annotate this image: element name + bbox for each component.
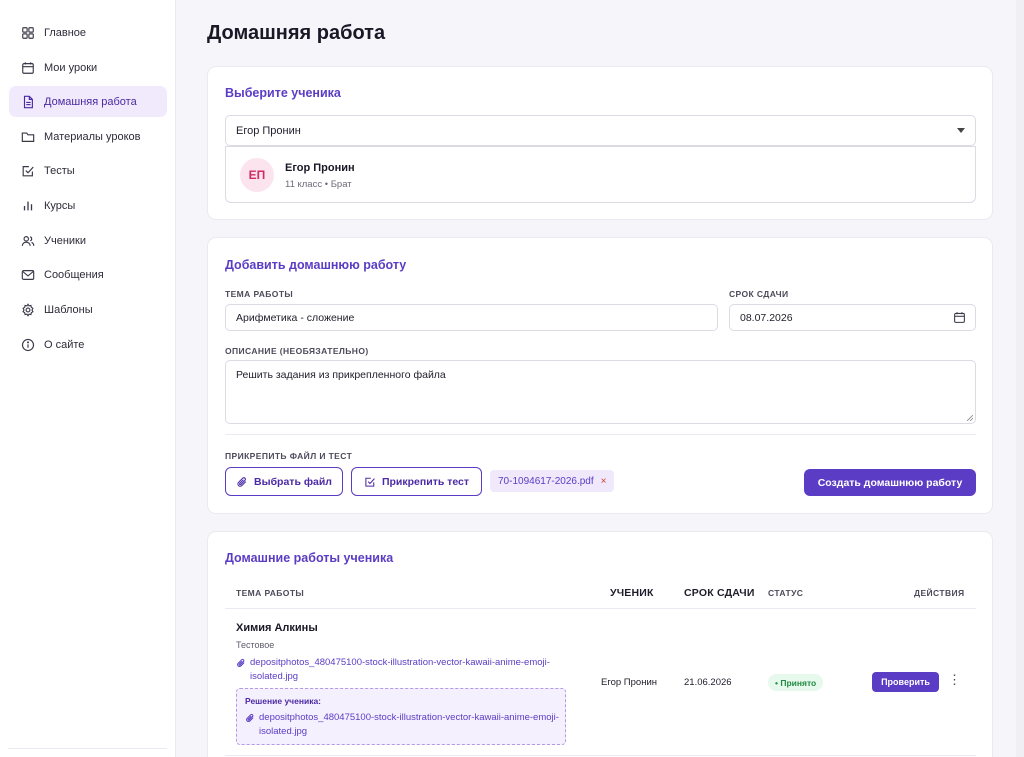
paperclip-icon: [237, 658, 245, 667]
sidebar: Главное Мои уроки Домашняя работа Матери…: [0, 0, 176, 757]
sidebar-item-messages[interactable]: Сообщения: [9, 259, 167, 290]
resize-handle-icon[interactable]: [967, 415, 973, 421]
section-divider: [225, 434, 976, 435]
select-student-card: Выберите ученика Егор Пронин ЕП Егор Про…: [207, 66, 993, 220]
gear-icon: [22, 302, 34, 317]
sidebar-item-label: Ученики: [44, 234, 87, 247]
create-homework-button[interactable]: Создать домашнюю работу: [804, 469, 976, 496]
sidebar-item-students[interactable]: Ученики: [9, 225, 167, 256]
choose-file-label: Выбрать файл: [254, 475, 332, 488]
column-header-student: УЧЕНИК: [610, 587, 654, 599]
solution-file-link[interactable]: depositphotos_480475100-stock-illustrati…: [245, 711, 563, 739]
sidebar-item-label: Материалы уроков: [44, 130, 141, 143]
topic-input[interactable]: Арифметика - сложение: [225, 304, 718, 331]
sidebar-item-label: Шаблоны: [44, 303, 93, 316]
sidebar-item-label: Сообщения: [44, 268, 104, 281]
selected-student-card: ЕП Егор Пронин 11 класс • Брат: [225, 146, 976, 203]
description-label: ОПИСАНИЕ (НЕОБЯЗАТЕЛЬНО): [225, 346, 369, 356]
checkbox-icon: [365, 477, 375, 487]
chevron-down-icon: [957, 128, 965, 133]
page-title: Домашняя работа: [207, 22, 386, 44]
attached-file-name[interactable]: 70-1094617-2026.pdf: [498, 476, 594, 487]
attach-test-label: Прикрепить тест: [381, 475, 470, 488]
sidebar-divider: [8, 748, 167, 749]
deadline-label: СРОК СДАЧИ: [729, 289, 789, 299]
topic-input-value: Арифметика - сложение: [236, 311, 355, 324]
add-homework-title: Добавить домашнюю работу: [225, 258, 407, 272]
homework-attachment-link[interactable]: depositphotos_480475100-stock-illustrati…: [236, 656, 576, 684]
mail-icon: [21, 269, 35, 280]
student-homeworks-card: Домашние работы ученика ТЕМА РАБОТЫ УЧЕН…: [207, 531, 993, 757]
page-scrollbar[interactable]: [1016, 0, 1024, 757]
row-divider: [225, 755, 976, 756]
homework-attachment-name: depositphotos_480475100-stock-illustrati…: [250, 657, 550, 682]
status-badge: • Принято: [768, 674, 824, 691]
paperclip-icon: [246, 713, 254, 722]
table-header-divider: [225, 608, 976, 609]
sidebar-item-courses[interactable]: Курсы: [9, 190, 167, 221]
attach-test-button[interactable]: Прикрепить тест: [351, 467, 482, 496]
description-textarea[interactable]: Решить задания из прикрепленного файла: [225, 360, 976, 424]
homework-title: Химия Алкины: [236, 622, 318, 634]
sidebar-item-label: О сайте: [44, 338, 85, 351]
column-header-actions: ДЕЙСТВИЯ: [914, 588, 965, 598]
attach-label: ПРИКРЕПИТЬ ФАЙЛ И ТЕСТ: [225, 451, 353, 461]
sidebar-item-label: Домашняя работа: [44, 95, 137, 108]
student-select-value: Егор Пронин: [236, 124, 301, 137]
student-name: Егор Пронин: [285, 162, 355, 174]
paperclip-icon: [237, 476, 247, 487]
sidebar-item-homework[interactable]: Домашняя работа: [9, 86, 167, 117]
student-select[interactable]: Егор Пронин: [225, 115, 976, 146]
sidebar-item-label: Главное: [44, 26, 87, 39]
sidebar-item-about[interactable]: О сайте: [9, 329, 167, 360]
remove-file-icon[interactable]: ×: [601, 476, 607, 487]
row-deadline: 21.06.2026: [684, 677, 732, 688]
solution-file-name: depositphotos_480475100-stock-illustrati…: [259, 712, 559, 737]
attached-file-chip: 70-1094617-2026.pdf ×: [490, 470, 615, 492]
homework-subtitle: Тестовое: [236, 640, 275, 650]
calendar-icon[interactable]: [953, 311, 966, 324]
check-button[interactable]: Проверить: [872, 672, 939, 692]
student-homeworks-title: Домашние работы ученика: [225, 551, 394, 565]
users-icon: [21, 235, 35, 246]
sidebar-item-label: Курсы: [44, 199, 76, 212]
bar-chart-icon: [23, 201, 33, 210]
avatar: ЕП: [240, 158, 274, 192]
sidebar-item-materials[interactable]: Материалы уроков: [9, 121, 167, 152]
row-student: Егор Пронин: [601, 677, 657, 688]
deadline-input-value: 08.07.2026: [740, 311, 793, 324]
column-header-deadline: СРОК СДАЧИ: [684, 587, 755, 599]
sidebar-item-tests[interactable]: Тесты: [9, 155, 167, 186]
student-solution-box: Решение ученика: depositphotos_480475100…: [236, 688, 566, 745]
topic-label: ТЕМА РАБОТЫ: [225, 289, 294, 299]
document-icon: [23, 95, 33, 108]
description-value: Решить задания из прикрепленного файла: [236, 369, 446, 381]
grid-icon: [22, 26, 34, 39]
choose-file-button[interactable]: Выбрать файл: [225, 467, 343, 496]
sidebar-item-home[interactable]: Главное: [9, 17, 167, 48]
add-homework-card: Добавить домашнюю работу ТЕМА РАБОТЫ Ари…: [207, 237, 993, 514]
sidebar-item-lessons[interactable]: Мои уроки: [9, 52, 167, 83]
folder-icon: [21, 131, 35, 142]
checkbox-icon: [22, 165, 34, 176]
info-icon: [21, 338, 35, 351]
solution-label: Решение ученика:: [245, 696, 322, 706]
select-student-title: Выберите ученика: [225, 86, 341, 100]
deadline-input[interactable]: 08.07.2026: [729, 304, 976, 331]
sidebar-item-templates[interactable]: Шаблоны: [9, 294, 167, 325]
calendar-icon: [22, 61, 34, 74]
column-header-topic: ТЕМА РАБОТЫ: [236, 588, 305, 598]
column-header-status: СТАТУС: [768, 588, 804, 598]
sidebar-item-label: Тесты: [44, 164, 75, 177]
sidebar-item-label: Мои уроки: [44, 61, 98, 74]
more-options-icon[interactable]: ⋮: [948, 673, 961, 691]
student-meta: 11 класс • Брат: [285, 179, 352, 190]
